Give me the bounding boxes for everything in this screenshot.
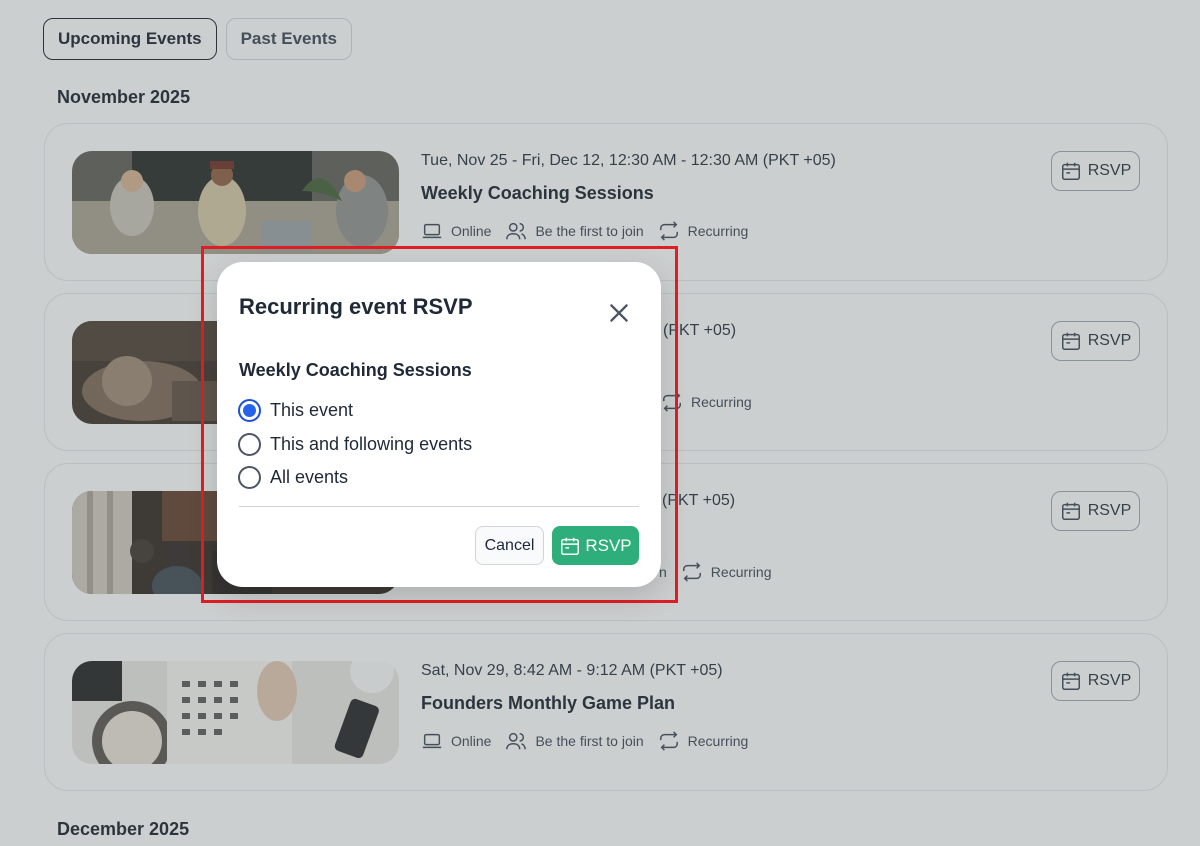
radio-all-events[interactable] [238,466,261,489]
option-label: This and following events [270,434,473,454]
option-this-and-following[interactable]: This and following events [238,433,472,456]
radio-this-event[interactable] [238,399,261,422]
close-icon[interactable] [606,300,632,326]
recurring-rsvp-dialog: Recurring event RSVP Weekly Coaching Ses… [217,262,661,587]
option-all-events[interactable]: All events [238,466,348,489]
confirm-rsvp-button[interactable]: RSVP [552,526,639,565]
option-label: This event [270,400,354,420]
dialog-title: Recurring event RSVP [239,294,473,319]
calendar-icon [561,537,580,555]
cancel-button[interactable]: Cancel [475,526,544,565]
dialog-event-name: Weekly Coaching Sessions [239,360,472,380]
confirm-rsvp-label: RSVP [585,535,632,555]
radio-this-and-following[interactable] [238,433,261,456]
option-this-event[interactable]: This event [238,399,353,422]
option-label: All events [270,467,349,487]
dialog-divider [239,506,639,507]
